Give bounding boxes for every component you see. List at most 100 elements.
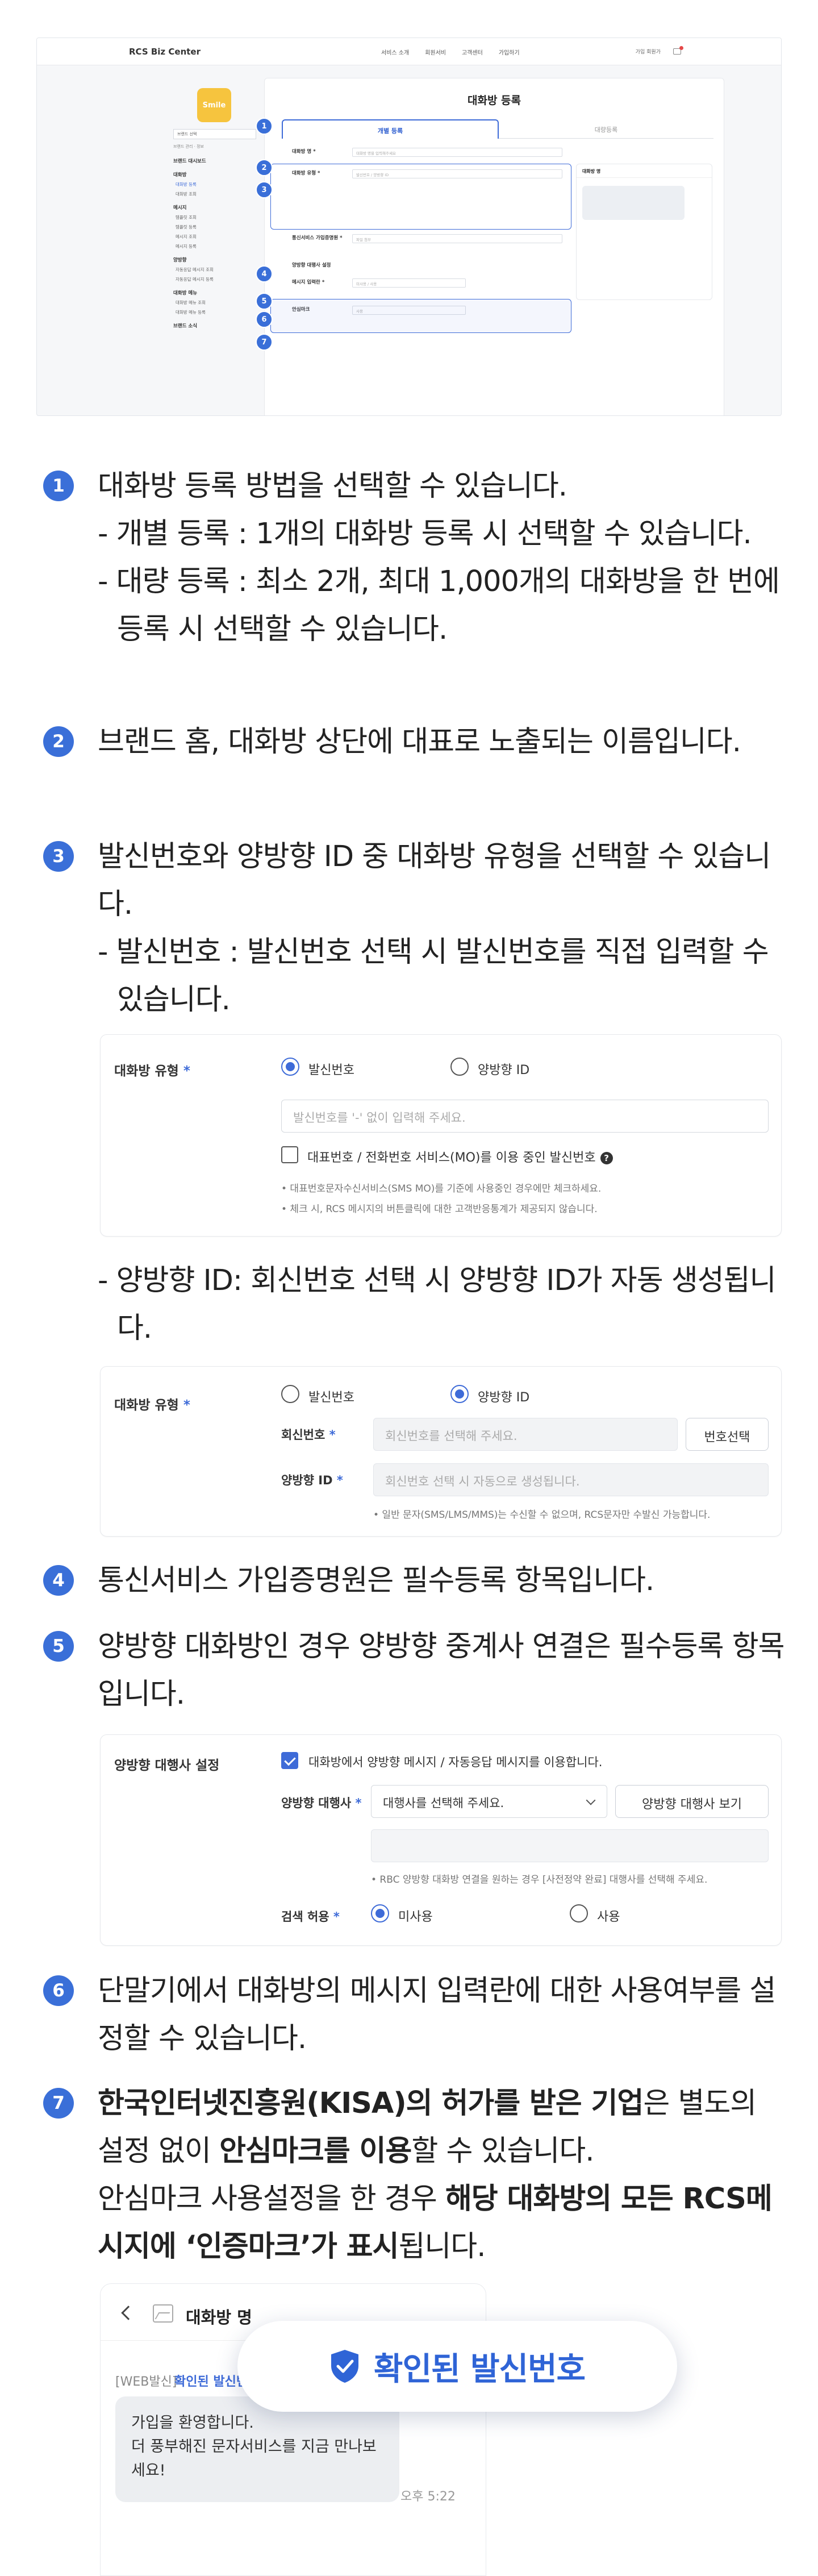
field-label: 양방향 ID *: [281, 1471, 343, 1488]
reply-number-input[interactable]: 회신번호를 선택해 주세요.: [373, 1418, 678, 1451]
required-mark: *: [333, 1910, 340, 1924]
sidebar: Smile 브랜드 선택 브랜드 관리 · 정보 브랜드 대시보드 대화방 대화…: [128, 65, 262, 415]
nav-link[interactable]: 가입하기: [499, 48, 520, 56]
sidebar-item[interactable]: 템플릿 등록: [176, 224, 256, 230]
required-mark: *: [336, 1474, 343, 1487]
marker-4: 4: [256, 265, 273, 282]
select-number-button[interactable]: 번호선택: [686, 1418, 769, 1451]
nav-right: 가입 회원가: [636, 46, 683, 55]
sidebar-group[interactable]: 메시지: [173, 204, 256, 211]
label-text: 회신번호: [281, 1428, 325, 1442]
marker-3: 3: [256, 181, 273, 198]
field-label: 양방향 대행사 *: [281, 1794, 362, 1811]
verified-sender-badge: 확인된 발신번호: [237, 2321, 677, 2412]
step-line: - 대량 등록 : 최소 2개, 최대 1,000개의 대화방을 한 번에 등록…: [98, 565, 780, 646]
step-number: 5: [43, 1631, 74, 1662]
marker-5: 5: [256, 293, 273, 310]
nav-link[interactable]: 서비스 소개: [381, 48, 409, 56]
row-field[interactable]: 미사용 / 사용: [352, 278, 466, 288]
marker-1: 1: [256, 118, 273, 135]
phone-preview: 대화방 명: [576, 164, 712, 300]
sidebar-item[interactable]: 대화방 조회: [176, 191, 256, 197]
select-value: 대행사를 선택해 주세요.: [383, 1796, 504, 1810]
chat-title: 대화방 명: [186, 2308, 252, 2327]
row-label: 대화방 명 *: [292, 149, 316, 155]
mo-service-checkbox[interactable]: [281, 1146, 298, 1163]
badge-text: 확인된 발신번호: [373, 2350, 586, 2388]
step-text: 브랜드 홈, 대화방 상단에 대표로 노출되는 이름입니다.: [98, 725, 741, 759]
sidebar-item[interactable]: 자동응답 메시지 등록: [176, 276, 256, 282]
text-run: 할 수 있습니다.: [411, 2134, 594, 2168]
nav-link[interactable]: 회원서비: [425, 48, 446, 56]
two-way-id-input[interactable]: 회신번호 선택 시 자동으로 생성됩니다.: [373, 1463, 769, 1496]
step-line: 대화방 등록 방법을 선택할 수 있습니다.: [98, 469, 567, 503]
sidebar-item[interactable]: 템플릿 조회: [176, 214, 256, 220]
step-number: 6: [43, 1975, 74, 2006]
checkbox-label: 대화방에서 양방향 메시지 / 자동응답 메시지를 이용합니다.: [308, 1755, 603, 1769]
sidebar-item[interactable]: 대화방 메뉴 조회: [176, 299, 256, 306]
row-field[interactable]: 파일 첨부: [352, 234, 562, 243]
step-number: 7: [43, 2088, 74, 2119]
sender-number-input[interactable]: 발신번호를 '-' 없이 입력해 주세요.: [281, 1100, 769, 1133]
row-label: 통신서비스 가입증명원 *: [292, 235, 343, 241]
message-bubble: 가입을 환영합니다. 더 풍부해진 문자서비스를 지금 만나보 세요!: [115, 2396, 399, 2502]
label-text: 양방향 대행사: [281, 1796, 352, 1810]
sidebar-item[interactable]: 자동응답 메시지 조회: [176, 267, 256, 273]
brand-select[interactable]: 브랜드 선택: [173, 129, 256, 139]
sidebar-group[interactable]: 대화방 메뉴: [173, 289, 256, 296]
nav-link[interactable]: 고객센터: [462, 48, 483, 56]
top-nav: RCS Biz Center 서비스 소개 회원서비 고객센터 가입하기 가입 …: [37, 38, 781, 65]
highlight-box: [270, 299, 571, 333]
row-label: 양방향 대행사 설정: [292, 263, 331, 268]
sidebar-item[interactable]: 메시지 조회: [176, 234, 256, 240]
sidebar-item[interactable]: 대화방 등록: [176, 181, 256, 188]
message-line: 가입을 환영합니다.: [131, 2414, 254, 2432]
sidebar-group[interactable]: 브랜드 대시보드: [173, 157, 256, 164]
sidebar-item[interactable]: 대화방 메뉴 등록: [176, 309, 256, 315]
required-mark: *: [183, 1398, 190, 1413]
cart-icon[interactable]: [673, 46, 683, 55]
tab-individual[interactable]: 개별 등록: [282, 119, 499, 139]
step-paragraph: 한국인터넷진흥원(KISA)의 허가를 받은 기업은 별도의 설정 없이 안심마…: [98, 2080, 785, 2175]
step-text: 양방향 대화방인 경우 양방향 중계사 연결은 필수등록 항목입니다.: [98, 1630, 785, 1711]
radio-search-on[interactable]: [570, 1904, 588, 1922]
agent-display-field[interactable]: [371, 1829, 769, 1862]
step-line: - 양방향 ID: 회신번호 선택 시 양방향 ID가 자동 생성됩니다.: [98, 1264, 777, 1345]
agent-select[interactable]: 대행사를 선택해 주세요.: [371, 1785, 607, 1818]
sidebar-group[interactable]: 양방향: [173, 256, 256, 263]
help-icon[interactable]: ?: [600, 1152, 613, 1164]
step-line: - 개별 등록 : 1개의 대화방 등록 시 선택할 수 있습니다.: [98, 517, 752, 551]
radio-two-way-id[interactable]: [450, 1385, 469, 1403]
nav-link[interactable]: 가입 회원가: [636, 48, 661, 55]
note: • 대표번호문자수신서비스(SMS MO)를 기준에 사용중인 경우에만 체크하…: [281, 1183, 602, 1195]
field-label: 회신번호 *: [281, 1426, 336, 1443]
radio-search-off[interactable]: [371, 1904, 389, 1922]
step-text: 한국인터넷진흥원(KISA)의 허가를 받은 기업은 별도의 설정 없이 안심마…: [98, 2080, 785, 2271]
two-way-checkbox[interactable]: [281, 1752, 298, 1769]
marker-2: 2: [256, 159, 273, 176]
field-label: 양방향 대행사 설정: [114, 1758, 220, 1773]
required-mark: *: [329, 1428, 336, 1442]
view-agents-button[interactable]: 양방향 대행사 보기: [615, 1785, 769, 1818]
label-text: 대화방 유형: [114, 1398, 179, 1413]
radio-sender-number[interactable]: [281, 1385, 299, 1403]
sidebar-group[interactable]: 브랜드 소식: [173, 322, 256, 329]
form-title: 대화방 등록: [467, 94, 521, 107]
check-shield-icon: [331, 2350, 358, 2383]
radio-sender-number[interactable]: [281, 1058, 299, 1076]
row-field[interactable]: 대화방 명을 입력해주세요: [352, 148, 562, 157]
text-run: 됩니다.: [398, 2230, 486, 2263]
step-line: 발신번호와 양방향 ID 중 대화방 유형을 선택할 수 있습니다.: [98, 840, 771, 921]
sidebar-item[interactable]: 메시지 등록: [176, 243, 256, 249]
back-icon[interactable]: [121, 2306, 136, 2320]
tab-bulk[interactable]: 대량등록: [499, 119, 713, 139]
step-paragraph: 안심마크 사용설정을 한 경우 해당 대화방의 모든 RCS메시지에 ‘인증마크…: [98, 2175, 785, 2271]
radio-label: 사용: [597, 1910, 620, 1924]
sidebar-group[interactable]: 대화방: [173, 171, 256, 178]
radio-two-way-id[interactable]: [450, 1058, 469, 1076]
site-logo[interactable]: RCS Biz Center: [129, 47, 201, 57]
chevron-down-icon: [586, 1795, 596, 1805]
chat-type-form-sender: 대화방 유형 * 발신번호 양방향 ID 발신번호를 '-' 없이 입력해 주세…: [100, 1034, 782, 1237]
note: • 일반 문자(SMS/LMS/MMS)는 수신할 수 없으며, RCS문자만 …: [373, 1509, 711, 1521]
two-way-agent-form: 양방향 대행사 설정 대화방에서 양방향 메시지 / 자동응답 메시지를 이용합…: [100, 1734, 782, 1946]
